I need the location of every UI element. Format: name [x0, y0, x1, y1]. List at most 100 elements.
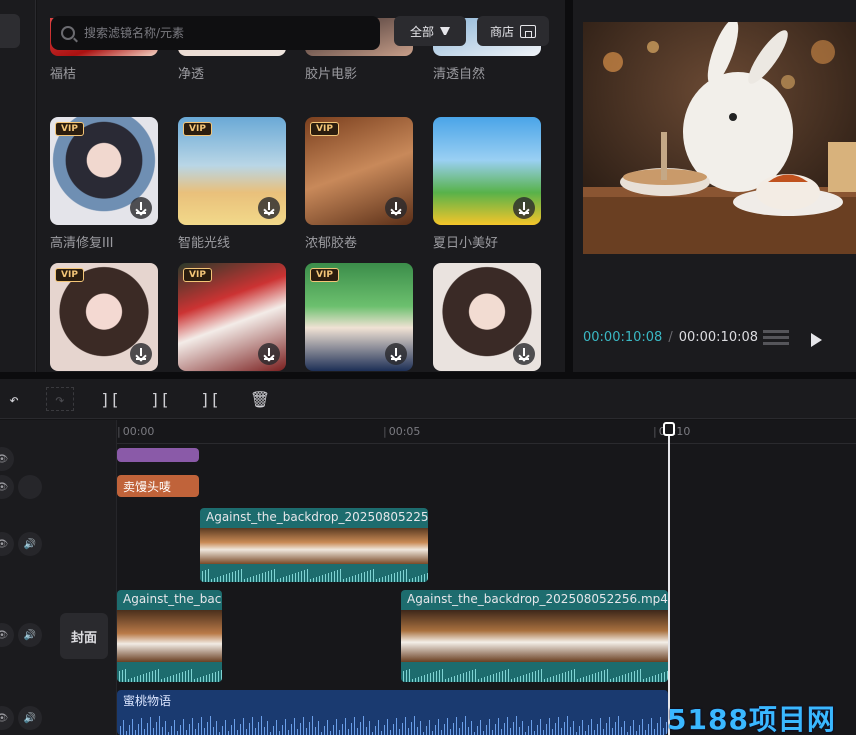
track-audio-icon[interactable]: 🔊 — [18, 623, 42, 647]
horizontal-divider[interactable] — [0, 372, 856, 379]
search-box[interactable] — [51, 16, 380, 50]
search-input[interactable] — [84, 26, 364, 40]
trim-left-button[interactable]: ][ — [146, 387, 174, 411]
filter-name: 福桔 — [50, 67, 77, 82]
filter-card[interactable] — [433, 263, 541, 371]
cover-label: 封面 — [70, 630, 97, 646]
trim-left-icon: ][ — [150, 389, 170, 409]
filter-thumbnail: VIP — [178, 263, 286, 371]
sidebar-tab[interactable] — [0, 14, 20, 48]
play-icon[interactable] — [811, 333, 822, 347]
audio-clip[interactable]: 蜜桃物语 — [117, 690, 668, 735]
filter-card[interactable]: VIP 智能光线 — [178, 117, 286, 251]
filter-panel: 福桔 净透 胶片电影 清透自然 VIP 高清修复III VIP 智能光线 VIP 浓郁胶卷 夏日小美… — [37, 0, 565, 372]
redo-icon: ↷ — [55, 389, 65, 409]
left-sidebar — [0, 0, 36, 372]
trash-icon: 🗑 — [249, 389, 271, 409]
filter-card[interactable]: VIP — [50, 263, 158, 371]
playhead[interactable] — [668, 423, 670, 735]
funnel-icon — [440, 27, 450, 35]
vip-badge: VIP — [55, 268, 84, 282]
filter-card[interactable]: VIP — [305, 263, 413, 371]
video-clip-main-a[interactable]: Against_the_backdrop_202508052256.mp4 — [117, 590, 222, 682]
filter-thumbnail: VIP — [50, 263, 158, 371]
filter-name: 浓郁胶卷 — [305, 236, 358, 251]
timeline-toolbar: ↶ ↷ ][ ][ ][ 🗑 — [0, 379, 856, 419]
filter-name: 智能光线 — [178, 236, 231, 251]
panel-divider[interactable] — [565, 0, 573, 372]
track-audio-icon[interactable]: 🔊 — [18, 706, 42, 730]
text-clip[interactable]: 卖馒头唛 — [117, 475, 199, 497]
vip-badge: VIP — [55, 122, 84, 136]
filmstrip — [200, 528, 428, 564]
download-icon[interactable] — [130, 343, 152, 365]
filter-name: 胶片电影 — [305, 67, 358, 82]
all-filter-button[interactable]: 全部 — [394, 16, 466, 46]
all-button-label: 全部 — [409, 24, 434, 39]
download-icon[interactable] — [130, 197, 152, 219]
filter-card[interactable]: VIP — [178, 263, 286, 371]
track-eye-icon[interactable]: 👁 — [0, 532, 14, 556]
current-time: 00:00:10:08 — [583, 330, 663, 345]
download-icon[interactable] — [258, 343, 280, 365]
audio-waveform — [117, 666, 222, 682]
filter-name: 净透 — [178, 67, 205, 82]
preview-scene — [583, 22, 856, 254]
cover-button[interactable]: 封面 — [60, 613, 108, 659]
download-icon[interactable] — [385, 343, 407, 365]
filter-name: 夏日小美好 — [433, 236, 499, 251]
redo-button[interactable]: ↷ — [46, 387, 74, 411]
audio-waveform — [200, 566, 428, 582]
playhead-handle[interactable] — [663, 422, 675, 436]
track-eye-icon[interactable]: 👁 — [0, 706, 14, 730]
watermark-logo: 5188项目网 — [667, 703, 836, 735]
clip-name: Against_the_backdrop_202508052256.mp4 — [206, 510, 428, 524]
download-icon[interactable] — [513, 343, 535, 365]
filter-thumbnail: VIP — [305, 117, 413, 225]
filter-thumbnail: VIP — [50, 117, 158, 225]
timecode-display: 00:00:10:08 / 00:00:10:08 — [583, 330, 758, 345]
filter-name: 清透自然 — [433, 67, 486, 82]
split-icon: ][ — [100, 389, 120, 409]
download-icon[interactable] — [258, 197, 280, 219]
download-icon[interactable] — [513, 197, 535, 219]
text-clip-label: 卖馒头唛 — [123, 480, 172, 494]
preview-panel: 00:00:10:08 / 00:00:10:08 — [573, 0, 856, 372]
filter-name: 高清修复III — [50, 236, 114, 251]
tick-label: 00:05 — [383, 425, 421, 438]
undo-button[interactable]: ↶ — [0, 387, 28, 411]
trim-right-button[interactable]: ][ — [196, 387, 224, 411]
filter-card[interactable]: VIP 浓郁胶卷 — [305, 117, 413, 251]
track-audio-icon[interactable]: 🔊 — [18, 532, 42, 556]
split-button[interactable]: ][ — [96, 387, 124, 411]
grid-view-icon[interactable] — [763, 330, 789, 348]
time-ruler[interactable]: 00:00 00:05 00:10 — [117, 420, 856, 444]
track-eye-icon[interactable]: 👁 — [0, 447, 14, 471]
track-eye-icon[interactable]: 👁 — [0, 475, 14, 499]
vip-badge: VIP — [183, 122, 212, 136]
track-header: 👁 👁 👁 🔊 👁 🔊 👁 🔊 封面 — [0, 420, 117, 735]
undo-icon: ↶ — [9, 389, 19, 409]
filter-thumbnail — [433, 117, 541, 225]
track-lock-icon[interactable] — [18, 475, 42, 499]
store-icon — [520, 24, 536, 38]
filter-card[interactable]: 夏日小美好 — [433, 117, 541, 251]
audio-waveform — [401, 666, 668, 682]
vip-badge: VIP — [183, 268, 212, 282]
video-clip-upper[interactable]: Against_the_backdrop_202508052256.mp4 — [200, 508, 428, 582]
trim-right-icon: ][ — [200, 389, 220, 409]
effect-clip[interactable] — [117, 448, 199, 462]
total-time: 00:00:10:08 — [678, 330, 759, 345]
app-root: 福桔 净透 胶片电影 清透自然 VIP 高清修复III VIP 智能光线 VIP 浓郁胶卷 夏日小美… — [0, 0, 856, 735]
preview-video-frame — [583, 22, 856, 254]
store-button[interactable]: 商店 — [477, 16, 549, 46]
search-icon — [61, 26, 75, 40]
time-separator: / — [668, 330, 673, 345]
video-clip-main-b[interactable]: Against_the_backdrop_202508052256.mp4 — [401, 590, 668, 682]
delete-button[interactable]: 🗑 — [246, 387, 274, 411]
track-eye-icon[interactable]: 👁 — [0, 623, 14, 647]
download-icon[interactable] — [385, 197, 407, 219]
clip-name: Against_the_backdrop_202508052256.mp4 — [407, 592, 668, 606]
tick-label: 00:00 — [117, 425, 155, 438]
filter-card[interactable]: VIP 高清修复III — [50, 117, 158, 251]
